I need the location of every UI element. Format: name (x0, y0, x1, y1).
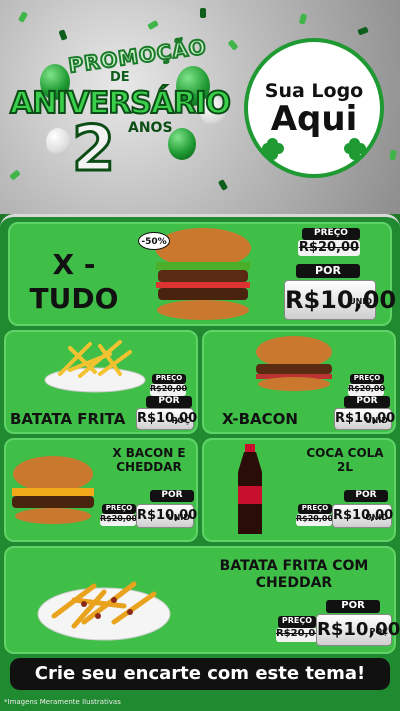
por-label: POR (296, 264, 360, 278)
old-price: R$20,00 (298, 240, 360, 256)
por-label: POR (146, 396, 192, 408)
fries-image (44, 340, 146, 393)
anniversary-number: 2 (70, 111, 116, 187)
current-price: R$10,00 POÇ (316, 614, 400, 646)
price-label: PREÇO (298, 504, 332, 514)
price-label: PREÇO (152, 374, 186, 384)
product-name: BATATA FRITA (10, 410, 126, 428)
por-label: POR (150, 490, 194, 502)
promo-de: DE (110, 70, 130, 85)
current-price: R$10,00 POÇ (136, 408, 197, 430)
product-name: X BACON E CHEDDAR (112, 446, 186, 475)
unit-label: UNID (349, 297, 372, 306)
por-label: POR (344, 490, 388, 502)
balloon-icon (46, 128, 70, 156)
product-name: X-BACON (222, 410, 298, 428)
product-name: X - TUDO (29, 248, 119, 315)
por-label: POR (326, 600, 380, 613)
product-name: COCA COLA 2L (306, 446, 384, 475)
disclaimer-note: *Imagens Meramente Ilustrativas (4, 698, 121, 706)
price-label: PREÇO (278, 616, 316, 628)
unit-label: UNID (365, 416, 388, 425)
anos-label: ANOS (128, 120, 173, 136)
por-label: POR (344, 396, 390, 408)
current-price: R$10,00 UNID (334, 408, 395, 430)
unit-label: UNID (365, 513, 388, 522)
price-label: PREÇO (102, 504, 136, 514)
discount-badge: -50% (138, 232, 170, 250)
clover-icon (262, 138, 284, 160)
clover-icon (344, 138, 366, 160)
current-price-value: R$10,00 (285, 286, 397, 314)
old-price: R$20,00 (348, 384, 385, 396)
soda-bottle-image (238, 444, 262, 534)
unit-label: POÇ (369, 627, 388, 636)
unit-label: UNID (167, 513, 190, 522)
fries-cheddar-image (37, 581, 171, 641)
cta-banner[interactable]: Crie seu encarte com este tema! (10, 658, 390, 690)
old-price: R$20,00 (150, 384, 187, 396)
current-price: R$10,00 UNID (136, 504, 197, 528)
header-banner: PROMOÇÃO DE ANIVERSÁRIO 2 ANOS Sua Logo … (0, 0, 400, 214)
old-price: R$20,00 (276, 628, 322, 642)
aniversario-heading: ANIVERSÁRIO (9, 85, 232, 122)
old-price: R$20,00 (100, 514, 137, 526)
price-label: PREÇO (302, 228, 360, 240)
logo-line2: Aqui (270, 99, 358, 139)
burger-image (256, 336, 332, 391)
burger-image (12, 456, 94, 524)
old-price: R$20,00 (296, 514, 333, 526)
unit-label: POÇ (171, 416, 190, 425)
price-label: PREÇO (350, 374, 384, 384)
product-name: BATATA FRITA COM CHEDDAR (219, 558, 369, 591)
current-price: R$10,00 UNID (332, 504, 393, 528)
current-price: R$10,00 UNID (284, 280, 396, 320)
